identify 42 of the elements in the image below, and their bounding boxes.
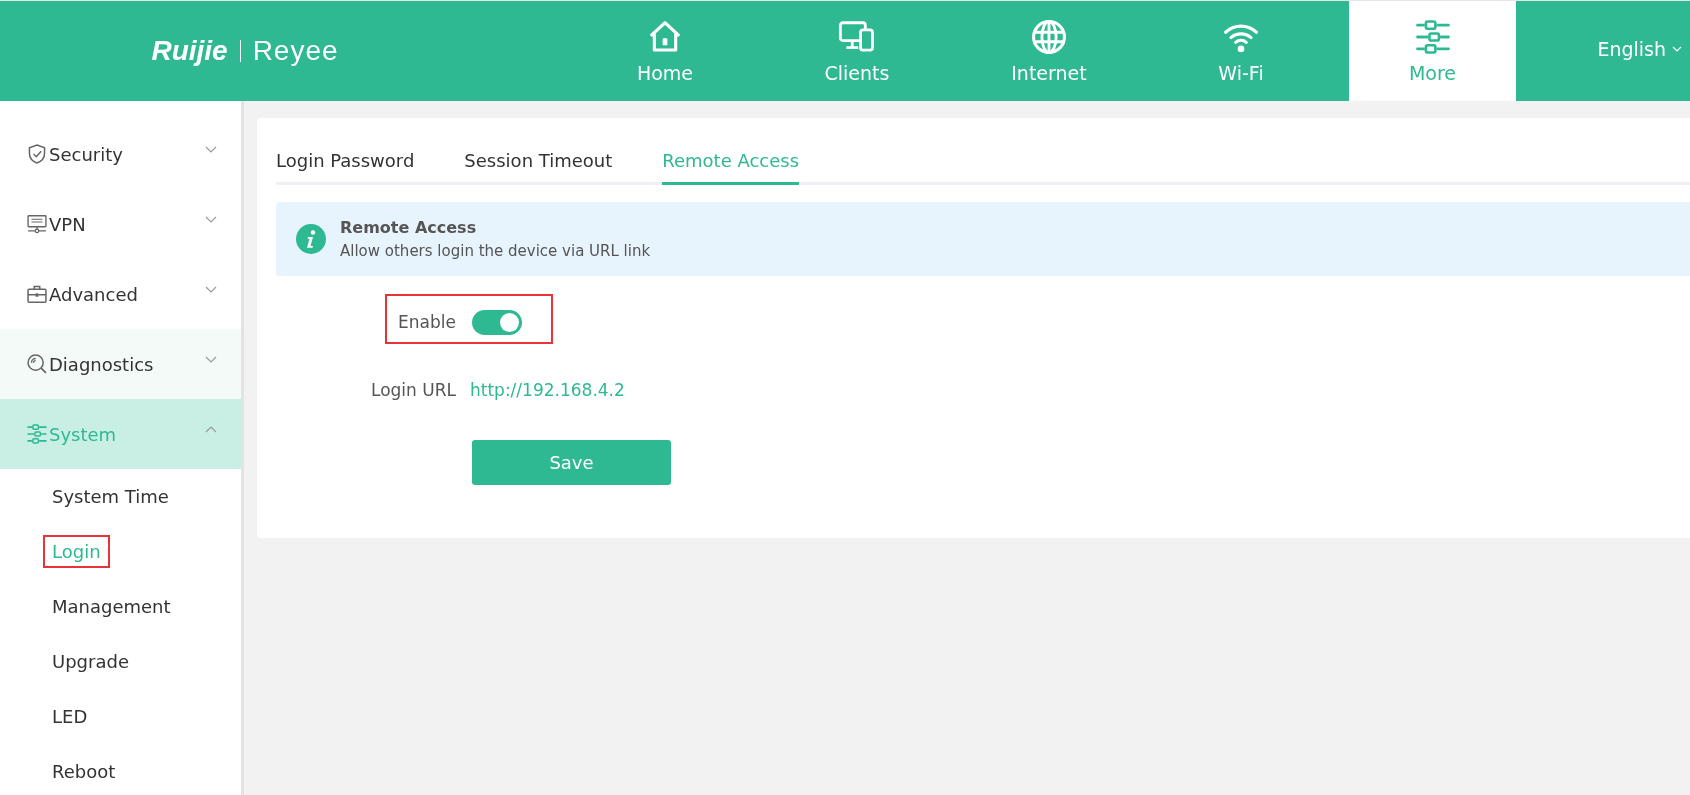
tab[interactable]: Login Password bbox=[276, 138, 415, 182]
sidebar-item[interactable]: Diagnostics bbox=[0, 329, 241, 399]
product-logo-text: Reyee bbox=[252, 35, 339, 67]
nav-label: Home bbox=[636, 62, 694, 84]
chevron-down-icon bbox=[205, 285, 217, 293]
submenu-item[interactable]: Management bbox=[43, 590, 180, 623]
tab[interactable]: Session Timeout bbox=[464, 138, 613, 182]
sidebar-item[interactable]: Security bbox=[0, 119, 241, 189]
chevron-down-icon bbox=[205, 145, 217, 153]
nav-label: Wi-Fi bbox=[1218, 62, 1264, 84]
sidebar-label: VPN bbox=[49, 213, 87, 235]
enable-toggle[interactable] bbox=[472, 309, 522, 335]
info-icon bbox=[296, 224, 326, 254]
shield-check-icon bbox=[26, 143, 48, 165]
submenu-item[interactable]: Upgrade bbox=[43, 645, 138, 678]
chevron-down-icon bbox=[205, 355, 217, 363]
chevron-up-icon bbox=[205, 425, 217, 433]
notice-text: Allow others login the device via URL link bbox=[340, 242, 651, 260]
submenu-item[interactable]: Reboot bbox=[43, 755, 125, 788]
submenu-item[interactable]: LED bbox=[43, 700, 97, 733]
sidebar-label: Advanced bbox=[49, 283, 139, 305]
chevron-down-icon bbox=[205, 215, 217, 223]
submenu-item[interactable]: System Time bbox=[43, 480, 178, 513]
globe-icon bbox=[1030, 18, 1068, 56]
login-url-label: Login URL bbox=[370, 380, 456, 400]
enable-label: Enable bbox=[397, 312, 456, 332]
sidebar-item[interactable]: VPN bbox=[0, 189, 241, 259]
sidebar-label: Security bbox=[49, 143, 124, 165]
vpn-monitor-icon bbox=[26, 213, 48, 235]
sliders-icon bbox=[1413, 18, 1452, 56]
sliders-icon bbox=[26, 423, 48, 445]
sidebar-item[interactable]: Advanced bbox=[0, 259, 241, 329]
nav-label: Clients bbox=[824, 62, 890, 84]
chevron-down-icon bbox=[1672, 46, 1682, 52]
magnifier-signal-icon bbox=[26, 353, 48, 375]
nav-label: More bbox=[1408, 62, 1457, 84]
brand-logo-text: Ruijie bbox=[151, 35, 228, 67]
sidebar-label: System bbox=[49, 423, 118, 445]
toolbox-icon bbox=[26, 283, 48, 305]
notice-title: Remote Access bbox=[340, 218, 478, 237]
nav-label: Internet bbox=[1011, 62, 1087, 84]
sidebar-label: Diagnostics bbox=[49, 353, 155, 375]
